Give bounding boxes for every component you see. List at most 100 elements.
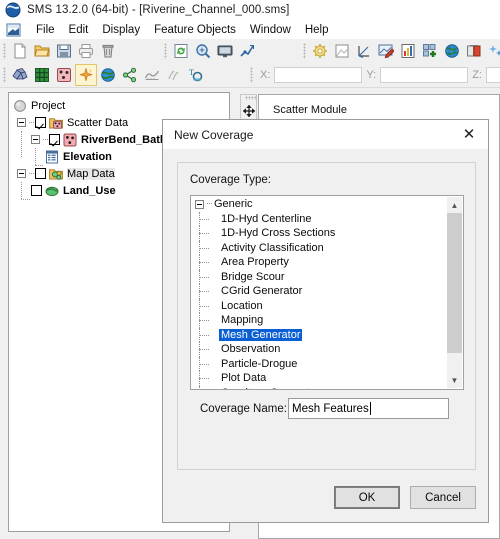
y-coordinate-input[interactable]	[380, 67, 469, 83]
list-item-label: Activity Classification	[221, 241, 324, 254]
list-item[interactable]: Area Property	[191, 255, 463, 270]
open-file-icon[interactable]	[31, 40, 53, 62]
scrollbar-thumb[interactable]	[447, 213, 462, 353]
coverage-name-label: Coverage Name:	[200, 403, 287, 415]
monitor-icon[interactable]	[214, 40, 236, 62]
sparkle-icon[interactable]	[485, 40, 500, 62]
cartesian-grid-module-icon[interactable]	[31, 64, 53, 86]
list-item[interactable]: 1D-Hyd Centerline	[191, 211, 463, 227]
tree-connector-2	[43, 138, 48, 141]
document-icon	[6, 23, 22, 37]
checkbox-riverbend-bathy[interactable]	[49, 134, 60, 145]
menu-file[interactable]: File	[29, 22, 62, 38]
axes-icon[interactable]	[353, 40, 375, 62]
particle-module-icon[interactable]	[75, 64, 97, 86]
coverage-name-input[interactable]: Mesh Features	[288, 398, 449, 419]
list-item[interactable]: Location	[191, 298, 463, 314]
menu-edit[interactable]: Edit	[62, 22, 96, 38]
annotate-icon[interactable]	[375, 40, 397, 62]
zoom-icon[interactable]	[192, 40, 214, 62]
save-file-icon[interactable]	[53, 40, 75, 62]
list-item[interactable]: Quadtree Generator	[191, 385, 463, 389]
list-item[interactable]: Activity Classification	[191, 240, 463, 256]
cancel-button[interactable]: Cancel	[410, 486, 476, 509]
new-coverage-dialog: New Coverage ✕ Coverage Type: Generic 1D…	[162, 119, 489, 523]
gis-module-icon[interactable]	[97, 64, 119, 86]
menu-feature-objects[interactable]: Feature Objects	[147, 22, 243, 38]
list-item-label: CGrid Generator	[221, 285, 303, 298]
coverage-type-label: Coverage Type:	[190, 174, 271, 186]
list-item[interactable]: 1D-Hyd Cross Sections	[191, 226, 463, 241]
dataset-icon	[45, 150, 59, 164]
bar-chart-icon[interactable]	[397, 40, 419, 62]
collapse-box-icon[interactable]	[195, 199, 204, 209]
expander-scatter-data[interactable]	[17, 118, 26, 127]
checkbox-scatter-data[interactable]	[35, 117, 46, 128]
menu-help[interactable]: Help	[298, 22, 336, 38]
tree-node-generic[interactable]: Generic	[191, 197, 463, 212]
list-item-label: Mapping	[221, 314, 264, 327]
menu-display[interactable]: Display	[95, 22, 147, 38]
close-icon[interactable]: ✕	[450, 120, 488, 149]
z-coordinate-field[interactable]: Z:	[468, 67, 500, 83]
expander-riverbend-bathy[interactable]	[31, 135, 40, 144]
mesh-module-icon[interactable]	[9, 64, 31, 86]
coord-toolbar-grip[interactable]	[250, 67, 253, 83]
toolbar-grip[interactable]	[3, 43, 6, 59]
delete-icon[interactable]	[97, 40, 119, 62]
y-coordinate-field[interactable]: Y:	[362, 67, 469, 83]
expander-map-data[interactable]	[17, 169, 26, 178]
tree-label-land-use: Land_Use	[63, 184, 116, 197]
streamline-icon[interactable]	[163, 64, 185, 86]
dialog-title: New Coverage	[174, 127, 254, 142]
chevron-down-icon[interactable]: ▼	[447, 372, 462, 388]
window-title: SMS 13.2.0 (64-bit) - [Riverine_Channel_…	[27, 4, 290, 16]
plot-wizard-icon[interactable]	[236, 40, 258, 62]
map-module-icon[interactable]	[119, 64, 141, 86]
frame-icon[interactable]	[331, 40, 353, 62]
scrollbar-track[interactable]	[447, 213, 462, 372]
profile-icon[interactable]	[141, 64, 163, 86]
list-item[interactable]: CGrid Generator	[191, 284, 463, 299]
checkbox-land-use[interactable]	[31, 185, 42, 196]
toolbar-grip-2[interactable]	[164, 43, 167, 59]
module-toolbar: T X: Y: Z:	[0, 63, 500, 88]
list-item-label: Quadtree Generator	[219, 387, 321, 389]
print-icon[interactable]	[75, 40, 97, 62]
x-coordinate-input[interactable]	[274, 67, 363, 83]
compare-icon[interactable]	[463, 40, 485, 62]
coverage-type-tree[interactable]: Generic 1D-Hyd Centerline 1D-Hyd Cross S…	[190, 195, 464, 390]
new-file-icon[interactable]	[9, 40, 31, 62]
list-item-selected[interactable]: Mesh Generator	[191, 327, 463, 343]
list-item-label: Particle-Drogue	[221, 357, 298, 370]
list-item[interactable]: Mapping	[191, 313, 463, 328]
checkbox-map-data[interactable]	[35, 168, 46, 179]
ok-button[interactable]: OK	[334, 486, 400, 509]
dialog-title-bar[interactable]: New Coverage	[163, 120, 488, 149]
x-coordinate-field[interactable]: X:	[256, 67, 363, 83]
listbox-scrollbar[interactable]: ▲ ▼	[447, 197, 462, 388]
list-item[interactable]: Plot Data	[191, 371, 463, 386]
map-folder-icon	[49, 167, 63, 181]
text-caret	[369, 402, 371, 415]
z-coordinate-input[interactable]	[485, 67, 500, 83]
grid-add-icon[interactable]	[419, 40, 441, 62]
coverage-icon	[45, 184, 59, 198]
z-coordinate-label: Z:	[472, 69, 482, 81]
list-item[interactable]: Observation	[191, 342, 463, 357]
menu-window[interactable]: Window	[243, 22, 298, 38]
module-toolbar-grip[interactable]	[3, 67, 6, 83]
list-item-label: Plot Data	[221, 372, 267, 385]
chevron-up-icon[interactable]: ▲	[447, 197, 462, 213]
gear-icon[interactable]	[309, 40, 331, 62]
globe-icon[interactable]	[441, 40, 463, 62]
list-item[interactable]: Particle-Drogue	[191, 356, 463, 372]
list-item-label: Bridge Scour	[221, 270, 285, 283]
refresh-icon[interactable]	[170, 40, 192, 62]
scatter-module-icon[interactable]	[53, 64, 75, 86]
coverage-name-value: Mesh Features	[292, 402, 369, 415]
text-tool-icon[interactable]: T	[185, 64, 207, 86]
list-item[interactable]: Bridge Scour	[191, 269, 463, 285]
tree-root-project[interactable]: Project	[9, 97, 229, 114]
toolbar-grip-3[interactable]	[303, 43, 306, 59]
